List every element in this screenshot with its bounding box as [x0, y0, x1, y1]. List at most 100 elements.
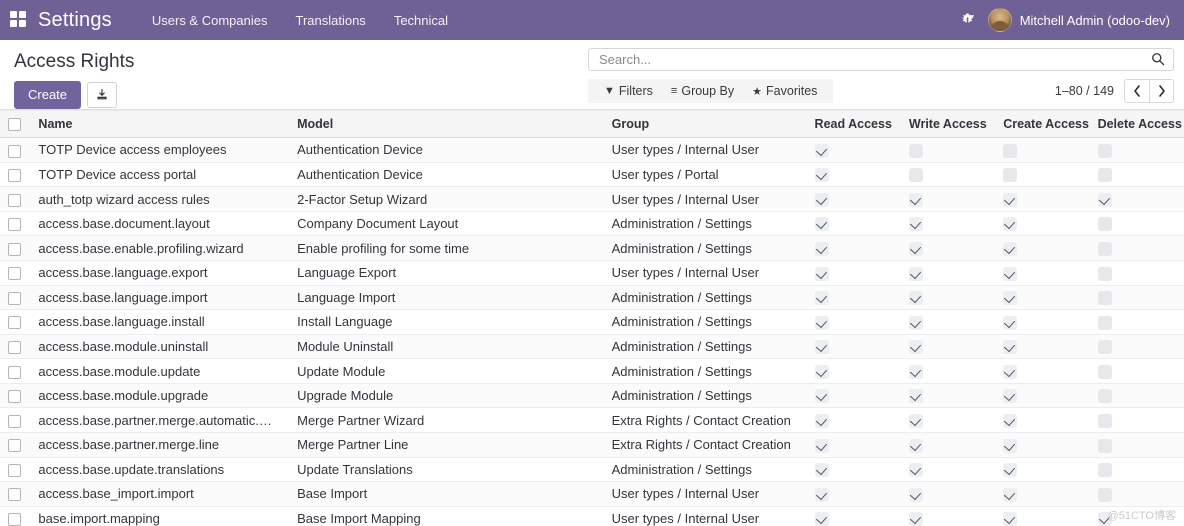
row-select-checkbox[interactable] — [8, 291, 21, 305]
checkbox-unchecked-icon[interactable] — [1097, 463, 1112, 478]
checkbox-checked-icon[interactable] — [1003, 192, 1018, 207]
checkbox-checked-icon[interactable] — [1003, 438, 1018, 453]
table-row[interactable]: access.base.partner.merge.line Merge Part… — [0, 432, 1184, 458]
column-header-name[interactable]: Name — [30, 110, 290, 139]
checkbox-unchecked-icon[interactable] — [1097, 242, 1112, 257]
checkbox-checked-icon[interactable] — [1003, 217, 1018, 232]
checkbox-unchecked-icon[interactable] — [908, 168, 923, 183]
checkbox-checked-icon[interactable] — [908, 463, 923, 478]
menu-item-users-companies[interactable]: Users & Companies — [138, 7, 282, 34]
apps-grid-icon[interactable] — [10, 11, 28, 29]
checkbox-checked-icon[interactable] — [1003, 291, 1018, 306]
checkbox-checked-icon[interactable] — [1003, 340, 1018, 355]
user-menu[interactable]: Mitchell Admin (odoo-dev) — [987, 8, 1172, 32]
checkbox-checked-icon[interactable] — [814, 266, 829, 281]
checkbox-unchecked-icon[interactable] — [1097, 340, 1112, 355]
table-row[interactable]: access.base.module.uninstall Module Unins… — [0, 334, 1184, 360]
checkbox-checked-icon[interactable] — [908, 364, 923, 379]
checkbox-checked-icon[interactable] — [814, 217, 829, 232]
row-select-checkbox[interactable] — [8, 316, 21, 330]
column-header-create-access[interactable]: Create Access — [995, 110, 1090, 139]
checkbox-unchecked-icon[interactable] — [1003, 168, 1018, 183]
menu-item-technical[interactable]: Technical — [380, 7, 462, 34]
checkbox-checked-icon[interactable] — [908, 487, 923, 502]
checkbox-checked-icon[interactable] — [814, 438, 829, 453]
checkbox-checked-icon[interactable] — [814, 413, 829, 428]
checkbox-checked-icon[interactable] — [908, 291, 923, 306]
select-all-checkbox[interactable] — [8, 118, 21, 132]
checkbox-checked-icon[interactable] — [814, 487, 829, 502]
checkbox-unchecked-icon[interactable] — [1097, 364, 1112, 379]
table-row[interactable]: access.base.language.export Language Expo… — [0, 260, 1184, 286]
checkbox-checked-icon[interactable] — [1003, 315, 1018, 330]
checkbox-checked-icon[interactable] — [1003, 512, 1018, 526]
app-brand-title[interactable]: Settings — [38, 9, 112, 32]
checkbox-checked-icon[interactable] — [908, 389, 923, 404]
chevron-right-icon[interactable] — [1149, 79, 1174, 103]
checkbox-checked-icon[interactable] — [1003, 413, 1018, 428]
column-header-delete-access[interactable]: Delete Access — [1089, 110, 1184, 139]
filters-dropdown[interactable]: ▼ Filters — [596, 82, 661, 100]
table-row[interactable]: access.base.update.translations Update Tr… — [0, 457, 1184, 483]
create-button[interactable]: Create — [14, 81, 82, 109]
checkbox-checked-icon[interactable] — [908, 315, 923, 330]
checkbox-unchecked-icon[interactable] — [1097, 413, 1112, 428]
row-select-checkbox[interactable] — [8, 390, 21, 404]
checkbox-checked-icon[interactable] — [908, 438, 923, 453]
row-select-checkbox[interactable] — [8, 267, 21, 281]
checkbox-checked-icon[interactable] — [814, 168, 829, 183]
row-select-checkbox[interactable] — [8, 169, 21, 183]
checkbox-checked-icon[interactable] — [814, 340, 829, 355]
checkbox-unchecked-icon[interactable] — [1097, 438, 1112, 453]
search-input[interactable] — [597, 51, 1151, 68]
checkbox-unchecked-icon[interactable] — [1097, 315, 1112, 330]
table-row[interactable]: access.base.language.import Language Impo… — [0, 285, 1184, 311]
column-header-read-access[interactable]: Read Access — [806, 110, 901, 139]
checkbox-checked-icon[interactable] — [1003, 242, 1018, 257]
table-row[interactable]: base.import.mapping Base Import Mapping Us… — [0, 506, 1184, 526]
row-select-checkbox[interactable] — [8, 439, 21, 453]
row-select-checkbox[interactable] — [8, 193, 21, 207]
checkbox-checked-icon[interactable] — [908, 266, 923, 281]
checkbox-checked-icon[interactable] — [1003, 463, 1018, 478]
table-row[interactable]: access.base.partner.merge.automatic.wiza… — [0, 407, 1184, 433]
checkbox-checked-icon[interactable] — [1097, 512, 1112, 526]
checkbox-checked-icon[interactable] — [814, 242, 829, 257]
row-select-checkbox[interactable] — [8, 365, 21, 379]
table-row[interactable]: auth_totp wizard access rules 2-Factor Se… — [0, 186, 1184, 212]
row-select-checkbox[interactable] — [8, 242, 21, 256]
checkbox-checked-icon[interactable] — [814, 389, 829, 404]
row-select-checkbox[interactable] — [8, 512, 21, 526]
checkbox-unchecked-icon[interactable] — [1097, 487, 1112, 502]
menu-item-translations[interactable]: Translations — [281, 7, 379, 34]
checkbox-unchecked-icon[interactable] — [908, 143, 923, 158]
checkbox-unchecked-icon[interactable] — [1097, 168, 1112, 183]
checkbox-checked-icon[interactable] — [908, 512, 923, 526]
checkbox-checked-icon[interactable] — [1097, 192, 1112, 207]
bug-icon[interactable] — [961, 12, 974, 28]
row-select-checkbox[interactable] — [8, 144, 21, 158]
checkbox-checked-icon[interactable] — [1003, 389, 1018, 404]
table-row[interactable]: access.base.enable.profiling.wizard Enabl… — [0, 235, 1184, 262]
chevron-left-icon[interactable] — [1124, 79, 1149, 103]
import-download-icon[interactable] — [87, 81, 118, 108]
table-row[interactable]: access.base.language.install Install Lang… — [0, 309, 1184, 335]
table-row[interactable]: access.base.module.update Update Module Ad… — [0, 358, 1184, 384]
checkbox-checked-icon[interactable] — [1003, 364, 1018, 379]
column-header-group[interactable]: Group — [603, 110, 807, 139]
checkbox-checked-icon[interactable] — [908, 413, 923, 428]
checkbox-checked-icon[interactable] — [1003, 266, 1018, 281]
checkbox-checked-icon[interactable] — [908, 340, 923, 355]
checkbox-checked-icon[interactable] — [814, 143, 829, 158]
checkbox-unchecked-icon[interactable] — [1097, 143, 1112, 158]
table-row[interactable]: TOTP Device access portal Authentication … — [0, 162, 1184, 188]
checkbox-checked-icon[interactable] — [814, 512, 829, 526]
checkbox-unchecked-icon[interactable] — [1097, 291, 1112, 306]
table-row[interactable]: TOTP Device access employees Authenticati… — [0, 137, 1184, 163]
checkbox-checked-icon[interactable] — [814, 291, 829, 306]
column-header-model[interactable]: Model — [289, 110, 604, 139]
search-icon[interactable] — [1151, 52, 1165, 68]
checkbox-checked-icon[interactable] — [908, 242, 923, 257]
row-select-checkbox[interactable] — [8, 463, 21, 477]
checkbox-checked-icon[interactable] — [814, 315, 829, 330]
